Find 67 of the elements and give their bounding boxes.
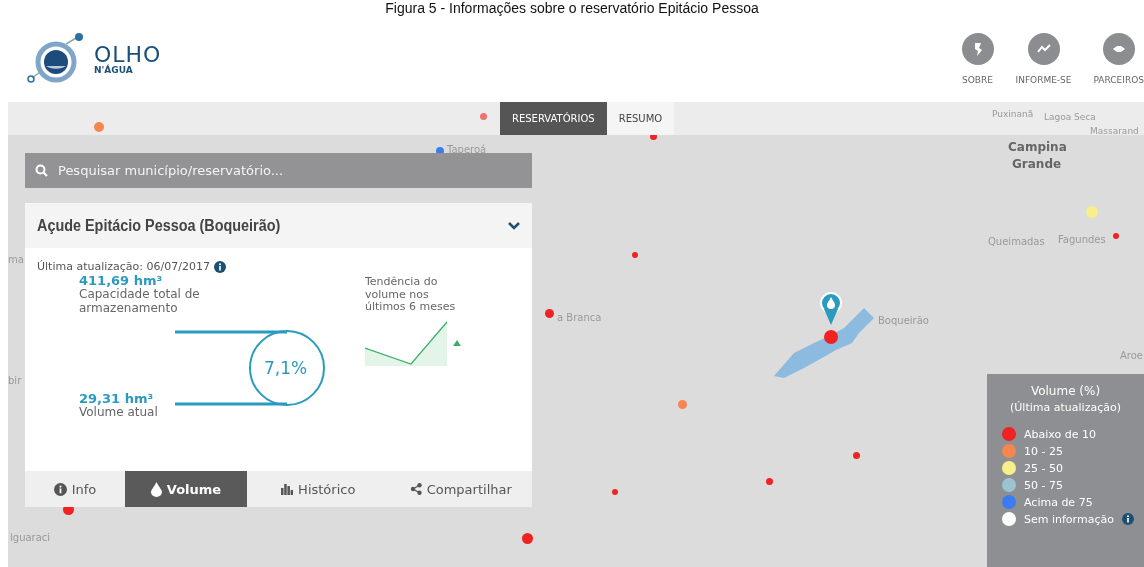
drop-icon	[150, 481, 162, 497]
map-place-label: Massarand	[1090, 126, 1139, 136]
card-tab[interactable]: Compartilhar	[389, 471, 532, 507]
map-tab[interactable]: RESUMO	[606, 102, 675, 135]
reservoir-marker[interactable]	[632, 252, 638, 258]
legend-subtitle: (Última atualização)	[1010, 401, 1121, 414]
info-icon	[53, 482, 67, 496]
legend-label: 50 - 75	[1024, 478, 1063, 492]
map-place-label: ma	[8, 254, 24, 265]
reservoir-marker[interactable]	[766, 478, 773, 485]
card-tab[interactable]: Histórico	[247, 471, 390, 507]
map-place-label: Boqueirão	[878, 315, 929, 326]
map-place-label: Grande	[1012, 157, 1062, 171]
info-icon	[213, 260, 226, 273]
reservoir-marker[interactable]	[480, 113, 487, 120]
legend-label: Acima de 75	[1024, 495, 1093, 509]
logo-subtext: N'ÁGUA	[94, 65, 134, 75]
legend-title: Volume (%)	[1030, 384, 1101, 398]
current-volume-value: 29,31 hm³	[79, 390, 155, 406]
map-place-label: a Branca	[557, 312, 602, 323]
reservoir-marker[interactable]	[824, 330, 838, 344]
capacity-label: Capacidade total de armazenamento	[79, 288, 201, 316]
share-icon	[409, 483, 422, 495]
figure-caption: Figura 5 - Informações sobre o reservatório Epitácio Pessoa	[384, 0, 760, 16]
info-icon	[1121, 513, 1134, 525]
map-place-label: Puxinanã	[992, 109, 1034, 119]
trend-label: Tendência do volume nos últimos 6 meses	[365, 276, 457, 314]
search-bar[interactable]: Pesquisar município/reservatório...	[25, 153, 532, 188]
nav-icon	[1027, 33, 1060, 65]
map-tab[interactable]: RESERVATÓRIOS	[500, 102, 607, 135]
reservoir-marker[interactable]	[1086, 206, 1098, 218]
legend-label: 25 - 50	[1024, 461, 1063, 475]
volume-percent: 7,1%	[264, 357, 308, 378]
legend-label: Sem informação	[1024, 512, 1114, 526]
map-place-label: Queimadas	[988, 236, 1045, 247]
capacity-value: 411,69 hm³	[79, 273, 164, 288]
legend-label: Abaixo de 10	[1024, 427, 1096, 441]
reservoir-marker[interactable]	[1113, 233, 1119, 239]
card-tab[interactable]: Volume	[125, 471, 247, 507]
map-place-label: Lagoa Seca	[1044, 112, 1096, 122]
nav-icon	[961, 33, 994, 65]
map-place-label: lguaraci	[10, 532, 51, 543]
map-place-label: bir	[8, 375, 22, 386]
nav-icon	[1102, 33, 1135, 65]
reservoir-title: Açude Epitácio Pessoa (Boqueirão)	[37, 216, 281, 235]
nav-link[interactable]: SOBRE	[961, 33, 994, 85]
map-place-label: Taperoá	[447, 144, 487, 155]
reservoir-marker[interactable]	[678, 400, 687, 409]
nav-link[interactable]: PARCEIROS	[1093, 33, 1144, 85]
current-volume-label: Volume atual	[79, 405, 159, 420]
reservoir-marker[interactable]	[94, 122, 104, 132]
bar-chart-icon	[281, 483, 294, 495]
card-tab[interactable]: Info	[25, 471, 125, 507]
chevron-icon[interactable]	[508, 221, 520, 230]
search-field[interactable]: Pesquisar município/reservatório...	[56, 162, 522, 179]
map-place-label: Campina	[1008, 140, 1067, 154]
last-update-text: Última atualização: 06/07/2017	[37, 260, 210, 273]
reservoir-marker[interactable]	[612, 489, 618, 495]
map-place-label: Fagundes	[1058, 234, 1106, 245]
map-place-label: Aroe	[1120, 350, 1143, 361]
reservoir-marker[interactable]	[853, 452, 860, 459]
reservoir-marker[interactable]	[522, 533, 533, 544]
location-pin-icon	[820, 292, 842, 326]
search-icon	[35, 164, 48, 177]
legend-label: 10 - 25	[1024, 444, 1063, 458]
reservoir-marker[interactable]	[545, 309, 554, 318]
nav-link[interactable]: INFORME-SE	[1015, 33, 1072, 85]
